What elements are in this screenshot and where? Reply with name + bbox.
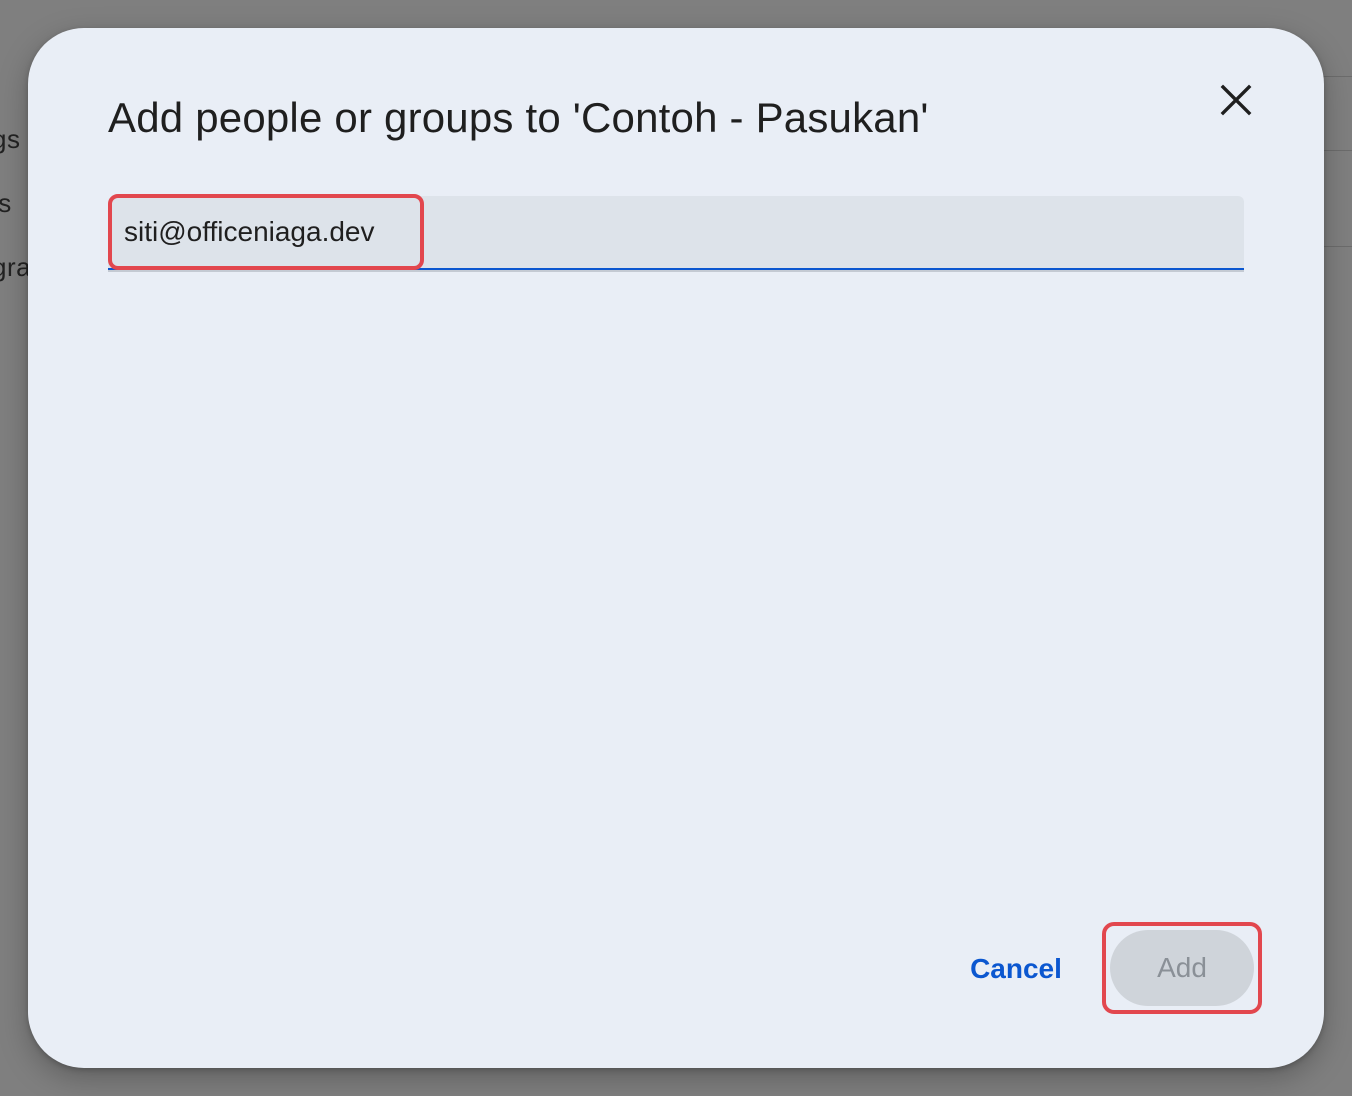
people-search-input[interactable]: siti@officeniaga.dev bbox=[108, 194, 1244, 270]
background-sidebar-text: ls bbox=[0, 188, 12, 218]
background-sidebar-text: gra bbox=[0, 252, 32, 282]
input-underline bbox=[108, 270, 1244, 272]
dialog-title: Add people or groups to 'Contoh - Pasuka… bbox=[108, 94, 929, 141]
close-icon bbox=[1220, 84, 1252, 116]
add-button[interactable]: Add bbox=[1110, 930, 1254, 1006]
add-members-dialog: Add people or groups to 'Contoh - Pasuka… bbox=[28, 28, 1324, 1068]
email-chip[interactable]: siti@officeniaga.dev bbox=[108, 194, 424, 270]
email-chip-label: siti@officeniaga.dev bbox=[124, 216, 375, 247]
close-button[interactable] bbox=[1210, 74, 1262, 126]
background-sidebar-text: gs bbox=[0, 124, 21, 154]
cancel-button[interactable]: Cancel bbox=[956, 938, 1076, 1000]
